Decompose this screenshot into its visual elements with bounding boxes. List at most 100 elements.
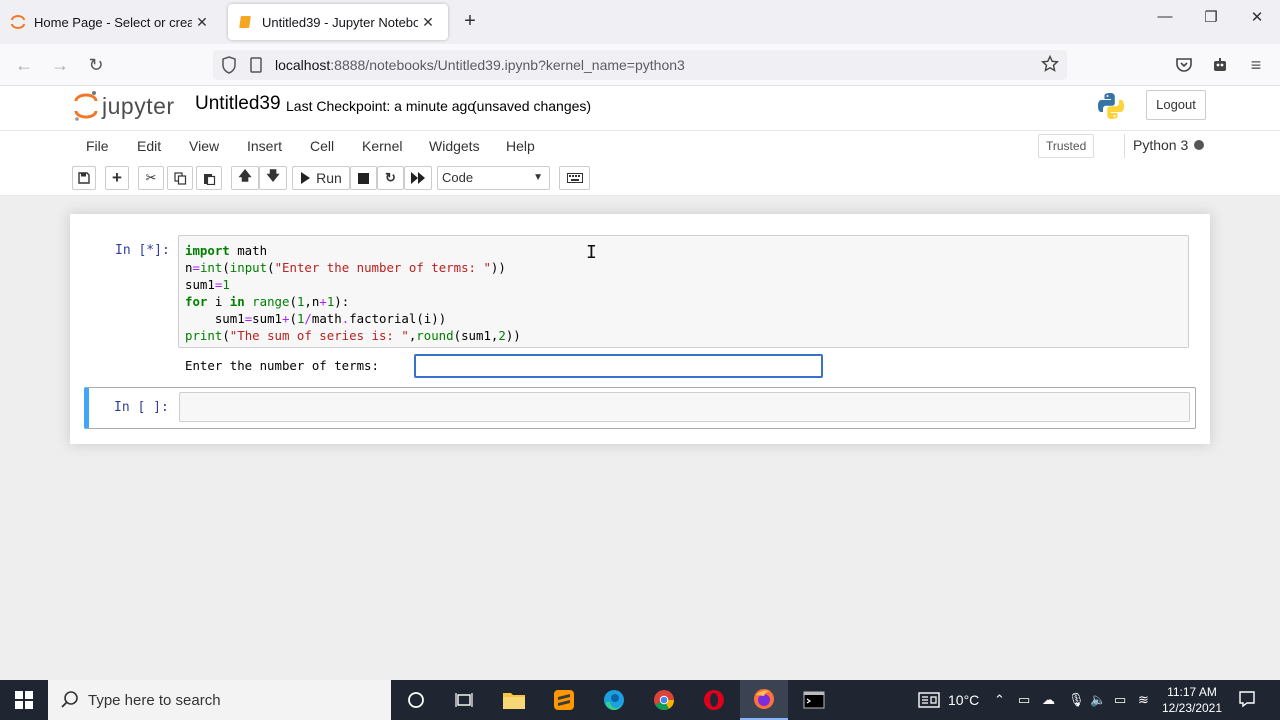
- autosave-status: (unsaved changes): [472, 98, 592, 114]
- keyboard-icon: [566, 173, 583, 183]
- run-button[interactable]: Run: [292, 166, 350, 190]
- onedrive-cloud-icon[interactable]: ☁: [1042, 692, 1055, 708]
- code-line: sum1=sum1+(1/math.factorial(i)): [185, 311, 447, 326]
- menu-hamburger-icon[interactable]: ≡: [1244, 53, 1268, 77]
- jupyter-logo-icon: [74, 91, 98, 121]
- opera-app[interactable]: [690, 680, 738, 720]
- selected-code-cell[interactable]: In [ ]:: [84, 387, 1196, 429]
- chrome-icon: [654, 690, 675, 711]
- restart-run-all-button[interactable]: [404, 166, 432, 190]
- reload-icon[interactable]: ↻: [84, 53, 108, 77]
- bookmark-star-icon[interactable]: [1040, 54, 1060, 78]
- insert-cell-button[interactable]: +: [105, 166, 129, 190]
- fast-forward-icon: [411, 172, 425, 184]
- firefox-icon: [754, 689, 774, 709]
- volume-icon[interactable]: 🔈: [1090, 692, 1106, 708]
- jupyter-header: jupyter Untitled39 Last Checkpoint: a mi…: [0, 86, 1280, 130]
- close-tab-icon[interactable]: ✕: [192, 14, 212, 31]
- menu-widgets[interactable]: Widgets: [429, 138, 480, 154]
- system-clock[interactable]: 11:17 AM 12/23/2021: [1158, 684, 1226, 716]
- windows-taskbar: Type here to search 10°C ⌃ ▭ ☁ 🎙 🔈 ▭ ≋ 1…: [0, 680, 1280, 720]
- start-button[interactable]: [0, 680, 48, 720]
- save-icon: [78, 172, 90, 184]
- cell-type-value: Code: [442, 170, 474, 185]
- file-explorer-app[interactable]: [490, 680, 538, 720]
- copy-button[interactable]: [167, 166, 193, 190]
- trusted-indicator[interactable]: Trusted: [1038, 134, 1095, 158]
- jupyter-logo[interactable]: jupyter: [74, 90, 175, 122]
- code-editor[interactable]: [179, 392, 1190, 422]
- tab-home-page[interactable]: Home Page - Select or create a ✕: [0, 4, 222, 40]
- pocket-icon[interactable]: [1172, 53, 1196, 77]
- cell-type-select[interactable]: Code ▼: [437, 166, 550, 190]
- terminal-app[interactable]: [790, 680, 838, 720]
- close-window-icon[interactable]: ✕: [1234, 8, 1280, 26]
- code-line: for i in range(1,n+1):: [185, 294, 350, 309]
- tab-title: Untitled39 - Jupyter Notebook: [262, 14, 418, 30]
- firefox-app[interactable]: [740, 680, 788, 720]
- url-text: localhost:8888/notebooks/Untitled39.ipyn…: [275, 57, 685, 73]
- search-placeholder: Type here to search: [88, 692, 221, 709]
- close-tab-icon[interactable]: ✕: [418, 14, 438, 31]
- terminal-icon: [803, 691, 825, 709]
- minimize-icon[interactable]: —: [1142, 8, 1188, 25]
- sublime-text-icon: [554, 690, 574, 710]
- new-tab-button[interactable]: +: [460, 10, 480, 33]
- notebook-title[interactable]: Untitled39: [195, 93, 281, 115]
- url-bar[interactable]: localhost:8888/notebooks/Untitled39.ipyn…: [213, 50, 1067, 80]
- tab-title: Home Page - Select or create a: [34, 14, 192, 30]
- cell-input-prompt: In [ ]:: [114, 400, 169, 415]
- restore-icon[interactable]: ❐: [1188, 8, 1234, 26]
- tracking-shield-icon[interactable]: [221, 56, 237, 79]
- menu-help[interactable]: Help: [506, 138, 535, 154]
- task-view-button[interactable]: [440, 680, 488, 720]
- menu-edit[interactable]: Edit: [137, 138, 161, 154]
- notebook-container: In [*]: import math n=int(input("Enter t…: [70, 214, 1210, 444]
- back-arrow-icon[interactable]: ←: [12, 53, 36, 77]
- cut-button[interactable]: ✂: [138, 166, 164, 190]
- text-cursor-icon: I: [586, 242, 597, 263]
- extension-icon[interactable]: [1208, 53, 1232, 77]
- restart-icon: ↻: [385, 170, 396, 185]
- paste-button[interactable]: [196, 166, 222, 190]
- chrome-app[interactable]: [640, 680, 688, 720]
- jupyter-favicon-icon: [10, 14, 26, 30]
- run-label: Run: [316, 170, 342, 186]
- kernel-busy-indicator-icon: [1194, 140, 1204, 150]
- battery-icon[interactable]: ▭: [1114, 692, 1126, 708]
- command-palette-button[interactable]: [559, 166, 590, 190]
- code-editor[interactable]: import math n=int(input("Enter the numbe…: [178, 235, 1189, 348]
- taskbar-search-box[interactable]: Type here to search: [48, 680, 391, 720]
- page-info-icon[interactable]: [249, 57, 263, 78]
- menu-view[interactable]: View: [189, 138, 219, 154]
- microphone-icon[interactable]: 🎙: [1068, 692, 1085, 708]
- logout-button[interactable]: Logout: [1146, 90, 1206, 120]
- menu-insert[interactable]: Insert: [247, 138, 282, 154]
- meet-now-icon[interactable]: ▭: [1018, 692, 1030, 708]
- notebook-favicon-icon: [238, 14, 254, 30]
- menu-file[interactable]: File: [86, 138, 109, 154]
- code-line: print("The sum of series is: ",round(sum…: [185, 328, 521, 343]
- sublime-text-app[interactable]: [540, 680, 588, 720]
- wifi-icon[interactable]: ≋: [1138, 692, 1149, 708]
- cortana-icon: [408, 692, 424, 708]
- weather-temp[interactable]: 10°C: [948, 692, 979, 708]
- restart-kernel-button[interactable]: ↻: [377, 166, 404, 190]
- move-up-button[interactable]: 🡅: [231, 166, 259, 190]
- interrupt-button[interactable]: [350, 166, 377, 190]
- menu-cell[interactable]: Cell: [310, 138, 334, 154]
- edge-app[interactable]: [590, 680, 638, 720]
- weather-icon[interactable]: [918, 691, 940, 712]
- show-hidden-icons-icon[interactable]: ⌃: [994, 692, 1005, 708]
- forward-arrow-icon[interactable]: →: [48, 53, 72, 77]
- stdin-input[interactable]: [414, 354, 823, 378]
- save-button[interactable]: [72, 166, 96, 190]
- stdin-prompt: Enter the number of terms:: [185, 358, 379, 373]
- tab-untitled39[interactable]: Untitled39 - Jupyter Notebook ✕: [228, 4, 448, 40]
- move-down-button[interactable]: 🡇: [259, 166, 287, 190]
- arrow-down-icon: 🡇: [266, 168, 280, 183]
- menu-kernel[interactable]: Kernel: [362, 138, 402, 154]
- notifications-icon[interactable]: [1238, 690, 1256, 711]
- cortana-button[interactable]: [392, 680, 440, 720]
- kernel-name: Python 3: [1124, 134, 1188, 158]
